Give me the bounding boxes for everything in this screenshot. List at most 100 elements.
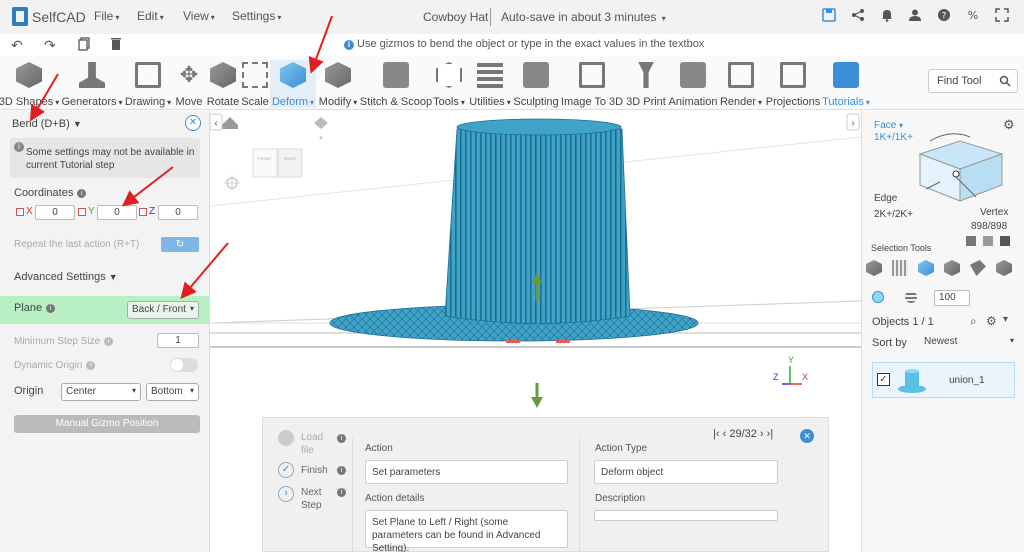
- select-edge-icon[interactable]: [944, 260, 960, 276]
- tool-projections[interactable]: Projections: [766, 60, 820, 108]
- step-pager: |‹ ‹ 29/32 › ›|: [713, 428, 773, 440]
- scale-icon: [242, 62, 268, 88]
- repeat-action-button[interactable]: ↻: [161, 237, 199, 252]
- redo-icon[interactable]: ↷: [44, 37, 56, 54]
- share-icon[interactable]: [849, 8, 867, 26]
- brush-sphere-icon[interactable]: [905, 291, 917, 303]
- z-checkbox[interactable]: [139, 208, 147, 216]
- undo-icon[interactable]: ↶: [11, 37, 23, 54]
- y-checkbox[interactable]: [78, 208, 86, 216]
- prev-step-icon[interactable]: ‹: [723, 428, 727, 440]
- notification-bell-icon[interactable]: [878, 8, 896, 26]
- repeat-action-label: Repeat the last action (R+T): [14, 239, 140, 250]
- selfcad-logo[interactable]: SelfCAD: [12, 7, 86, 27]
- panel-title[interactable]: Bend (D+B) ▼: [12, 118, 82, 130]
- render-icon: [728, 62, 754, 88]
- menu-settings[interactable]: Settings ▾: [232, 9, 281, 23]
- manual-gizmo-button[interactable]: Manual Gizmo Position: [14, 415, 200, 433]
- coord-x[interactable]: X 0: [16, 205, 76, 221]
- help-icon[interactable]: ?: [935, 8, 953, 26]
- vertex-label[interactable]: Vertex: [980, 207, 1008, 218]
- units-icon[interactable]: %: [964, 8, 982, 26]
- tool-tutorials[interactable]: Tutorials ▾: [822, 60, 870, 108]
- camera-caret-icon: ▾: [319, 135, 323, 142]
- coord-z[interactable]: Z 0: [139, 205, 199, 221]
- object-row[interactable]: ✓ union_1: [872, 362, 1015, 398]
- search-icon[interactable]: ⌕: [970, 314, 977, 329]
- logo-text: SelfCAD: [32, 9, 86, 25]
- tool-generators[interactable]: Generators ▾: [61, 60, 123, 108]
- select-object-icon[interactable]: [996, 260, 1012, 276]
- menu-view[interactable]: View ▾: [183, 9, 215, 23]
- tool-deform[interactable]: Deform ▾: [270, 60, 316, 108]
- description-value: [594, 510, 778, 521]
- y-input[interactable]: 0: [97, 205, 137, 220]
- tool-utilities[interactable]: Utilities ▾: [469, 60, 511, 108]
- description-label: Description: [595, 493, 646, 504]
- tool-animation[interactable]: Animation: [669, 60, 717, 108]
- step-next[interactable]: Next Step: [301, 486, 329, 512]
- sort-select[interactable]: Newest ▾: [922, 334, 1016, 351]
- projection-icon: [780, 62, 806, 88]
- plane-select[interactable]: Back / Front ▾: [127, 301, 199, 319]
- find-tool-input[interactable]: Find Tool: [928, 69, 1018, 93]
- tool-move[interactable]: ✥ Move: [174, 60, 204, 108]
- tool-stitch-scoop[interactable]: Stitch & Scoop: [360, 60, 432, 108]
- first-step-icon[interactable]: |‹: [713, 428, 720, 440]
- tool-3d-shapes[interactable]: 3D Shapes ▾: [0, 60, 59, 108]
- tool-3d-print[interactable]: 3D Print: [626, 60, 666, 108]
- menu-edit[interactable]: Edit ▾: [137, 9, 164, 23]
- select-face-icon[interactable]: [918, 260, 934, 276]
- object-visible-checkbox[interactable]: ✓: [877, 373, 890, 386]
- select-tool-icon[interactable]: [1000, 236, 1010, 246]
- origin-horizontal-select[interactable]: Center ▾: [61, 383, 141, 401]
- autosave-status[interactable]: Auto-save in about 3 minutes ▾: [501, 10, 666, 24]
- save-icon[interactable]: [820, 8, 838, 26]
- tool-image-to-3d[interactable]: Image To 3D: [561, 60, 623, 108]
- select-tool-icon[interactable]: [983, 236, 993, 246]
- brush-circle-icon[interactable]: [872, 291, 884, 303]
- select-tool-icon[interactable]: [966, 236, 976, 246]
- face-mode[interactable]: Face ▾: [874, 120, 903, 131]
- x-checkbox[interactable]: [16, 208, 24, 216]
- user-icon[interactable]: [906, 8, 924, 26]
- sort-label: Sort by: [872, 337, 907, 349]
- tool-tools[interactable]: Tools ▾: [433, 60, 465, 108]
- close-icon[interactable]: ✕: [185, 115, 201, 131]
- select-paint-icon[interactable]: [970, 260, 986, 276]
- chevron-down-icon[interactable]: ▾: [1003, 314, 1008, 325]
- fullscreen-icon[interactable]: [993, 8, 1011, 26]
- tool-render[interactable]: Render ▾: [720, 60, 762, 108]
- tool-modify[interactable]: Modify ▾: [318, 60, 358, 108]
- tool-scale[interactable]: Scale: [241, 60, 269, 108]
- next-step-icon[interactable]: ›: [278, 486, 294, 502]
- document-title[interactable]: Cowboy Hat: [423, 10, 488, 24]
- copy-icon[interactable]: [78, 37, 90, 54]
- face-count: 1K+/1K+: [874, 132, 913, 143]
- trash-icon[interactable]: [110, 37, 122, 54]
- x-input[interactable]: 0: [35, 205, 75, 220]
- origin-vertical-select[interactable]: Bottom ▾: [146, 383, 199, 401]
- edge-label[interactable]: Edge: [874, 193, 897, 204]
- tool-sculpting[interactable]: Sculpting: [513, 60, 559, 108]
- selection-tools-label: Selection Tools: [871, 243, 932, 253]
- view-cube-front-label: FRONT: [258, 156, 272, 161]
- next-step-arrow-icon[interactable]: ›: [760, 428, 764, 440]
- brush-size-input[interactable]: 100: [934, 290, 970, 306]
- gear-icon[interactable]: ⚙: [986, 314, 997, 328]
- z-input[interactable]: 0: [158, 205, 198, 220]
- select-wire-icon[interactable]: [892, 260, 908, 276]
- menu-file[interactable]: File ▾: [94, 9, 119, 23]
- axis-z-label: Z: [773, 372, 779, 382]
- advanced-settings-toggle[interactable]: Advanced Settings ▼: [14, 271, 118, 283]
- tool-drawing[interactable]: Drawing ▾: [125, 60, 171, 108]
- min-step-input[interactable]: 1: [157, 333, 199, 348]
- last-step-icon[interactable]: ›|: [767, 428, 774, 440]
- selection-cube-icon[interactable]: [910, 119, 1010, 209]
- close-icon[interactable]: ✕: [800, 429, 814, 443]
- dynamic-origin-toggle[interactable]: [170, 358, 198, 372]
- coord-y[interactable]: Y 0: [78, 205, 138, 221]
- tool-rotate[interactable]: Rotate: [206, 60, 240, 108]
- view-cube-front: [252, 148, 278, 178]
- select-cube-icon[interactable]: [866, 260, 882, 276]
